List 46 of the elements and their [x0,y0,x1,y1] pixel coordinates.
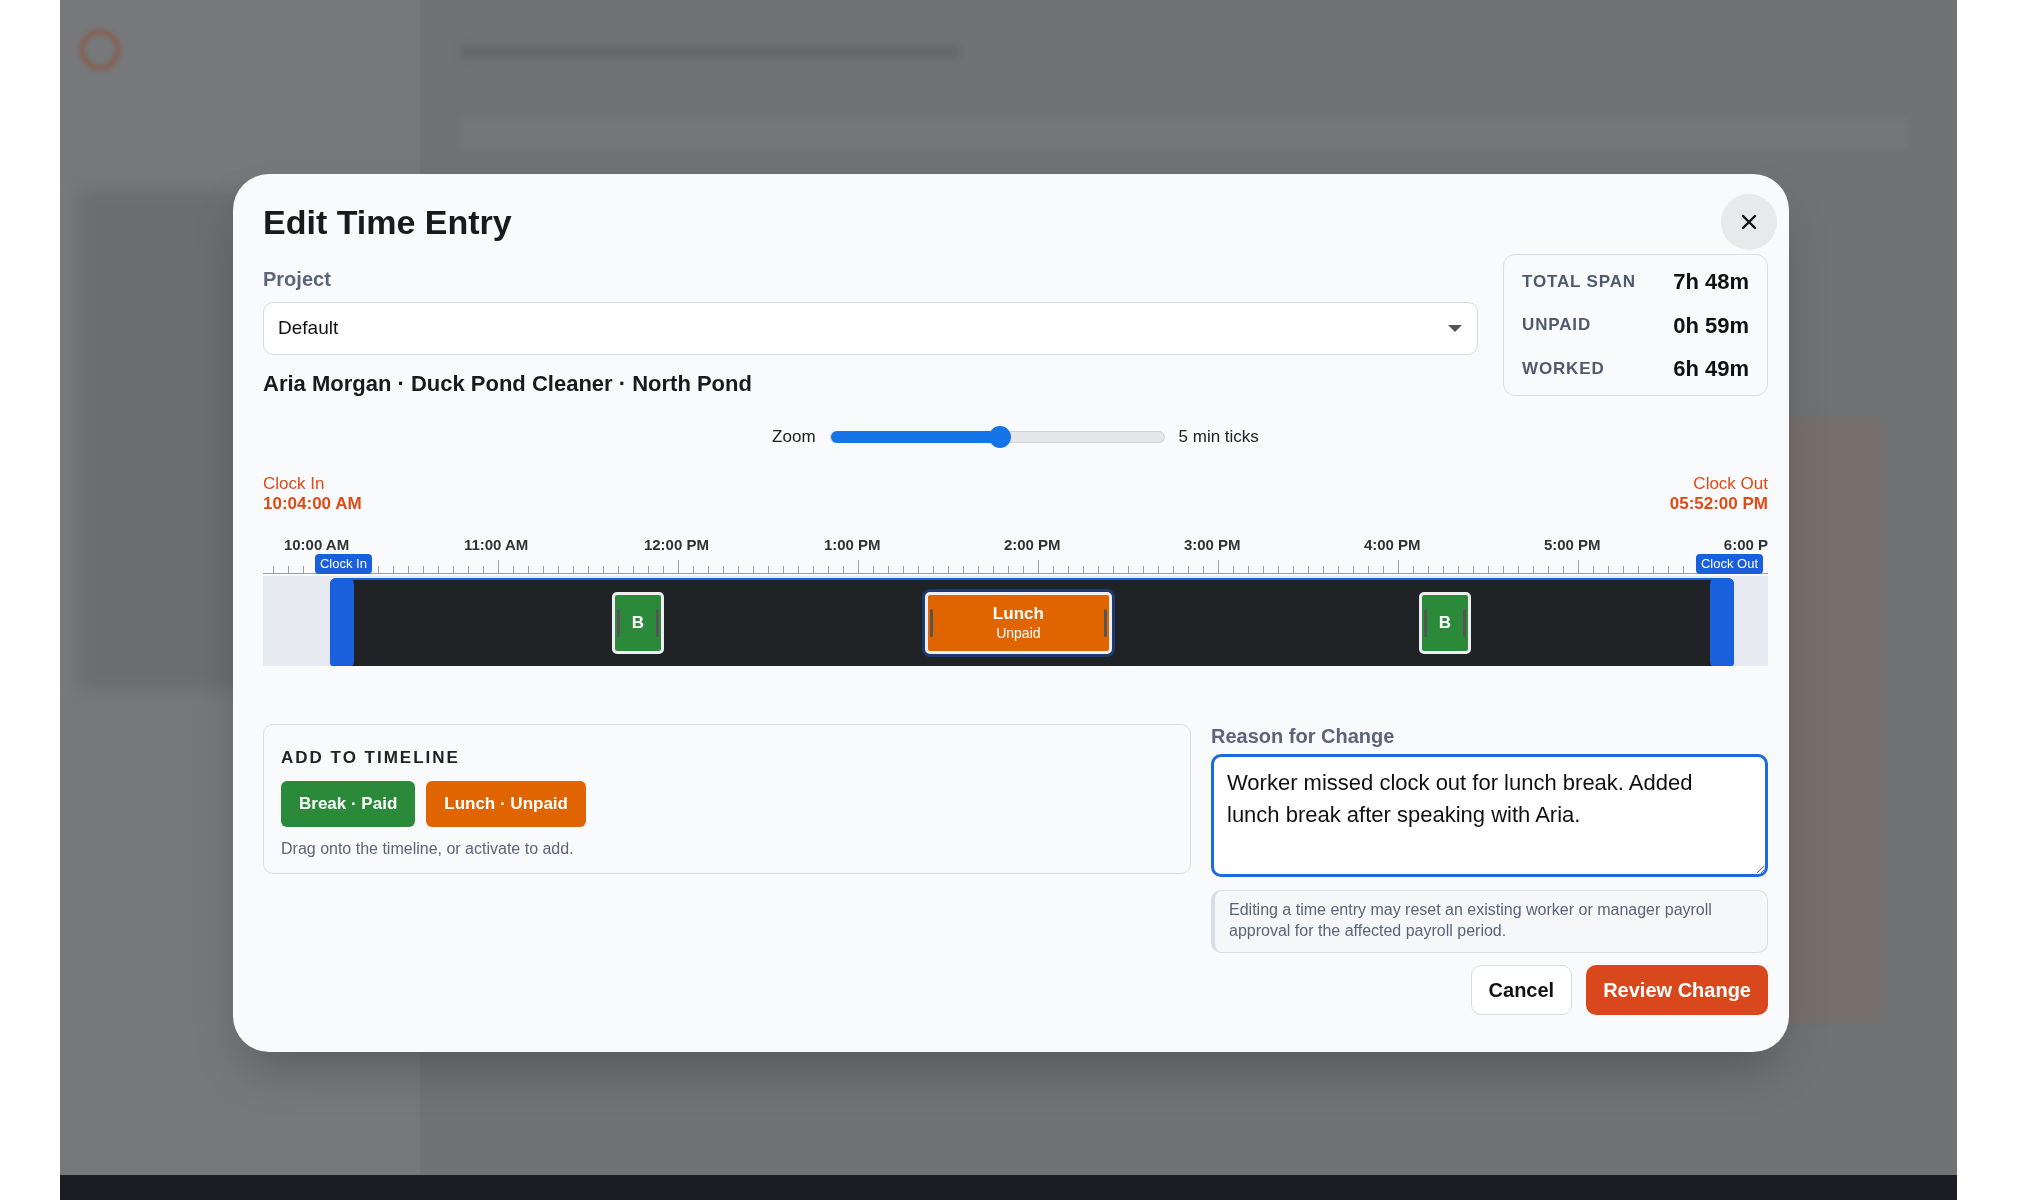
time-tick-label: 6:00 P [1723,535,1768,555]
warning-note: Editing a time entry may reset an existing worker or manager payroll approval for the affected payroll period. [1211,890,1768,953]
close-icon [1741,214,1757,230]
zoom-reading: 5 min ticks [1178,426,1259,449]
break-segment[interactable]: B [611,592,664,654]
dialog-title: Edit Time Entry [263,202,513,243]
field-label: Reason for Change [1211,724,1396,748]
cancel-button[interactable]: Cancel [1470,965,1573,1015]
clock-time: 10:04:00 AM [263,494,362,514]
stat-value: 0h 59m [1673,311,1749,340]
time-tick-label: 1:00 PM [823,535,881,555]
stat-value: 7h 48m [1673,268,1749,296]
reason-field[interactable]: Worker missed clock out for lunch break. Added lunch break after speaking with Aria. [1211,754,1768,877]
clock-label: Clock In [263,474,325,494]
clock-label: Clock Out [1693,474,1768,494]
stat-value: 6h 49m [1673,355,1749,383]
time-tick-label: 12:00 PM [643,535,709,555]
time-tick-label: 5:00 PM [1543,535,1601,555]
close-button[interactable] [1721,194,1777,250]
slider-thumb[interactable] [989,426,1012,448]
panel-title: ADD TO TIMELINE [281,747,461,769]
clock-out-handle[interactable] [1709,578,1734,666]
dropdown-caret-icon [1447,324,1463,333]
panel-hint: Drag onto the timeline, or activate to add. [281,838,575,859]
clock-time: 05:52:00 PM [1669,494,1768,514]
entry-summary: Aria Morgan · Duck Pond Cleaner · North Pond [263,370,752,398]
stat-label: WORKED [1522,357,1605,380]
zoom-slider[interactable] [829,426,1165,448]
time-tick-label: 2:00 PM [1003,535,1061,555]
stat-label: UNPAID [1522,314,1591,337]
lunch-segment[interactable]: Lunch Unpaid [924,592,1112,654]
field-label: Project [263,267,332,292]
break-chip[interactable]: Break · Paid [281,780,416,827]
project-select[interactable]: Default [263,302,1478,355]
clock-badge: Clock In [314,554,372,574]
time-tick-label: 11:00 AM [463,535,529,555]
review-button[interactable]: Review Change [1586,965,1768,1015]
time-tick-label: 10:00 AM [283,535,350,555]
lunch-chip[interactable]: Lunch · Unpaid [426,780,586,827]
stat-label: TOTAL SPAN [1522,270,1636,293]
clock-in-handle[interactable] [329,578,354,666]
zoom-label: Zoom [772,426,816,449]
clock-badge: Clock Out [1695,554,1764,574]
break-segment[interactable]: B [1418,592,1471,654]
time-tick-label: 4:00 PM [1363,535,1421,555]
time-tick-label: 3:00 PM [1183,535,1241,555]
